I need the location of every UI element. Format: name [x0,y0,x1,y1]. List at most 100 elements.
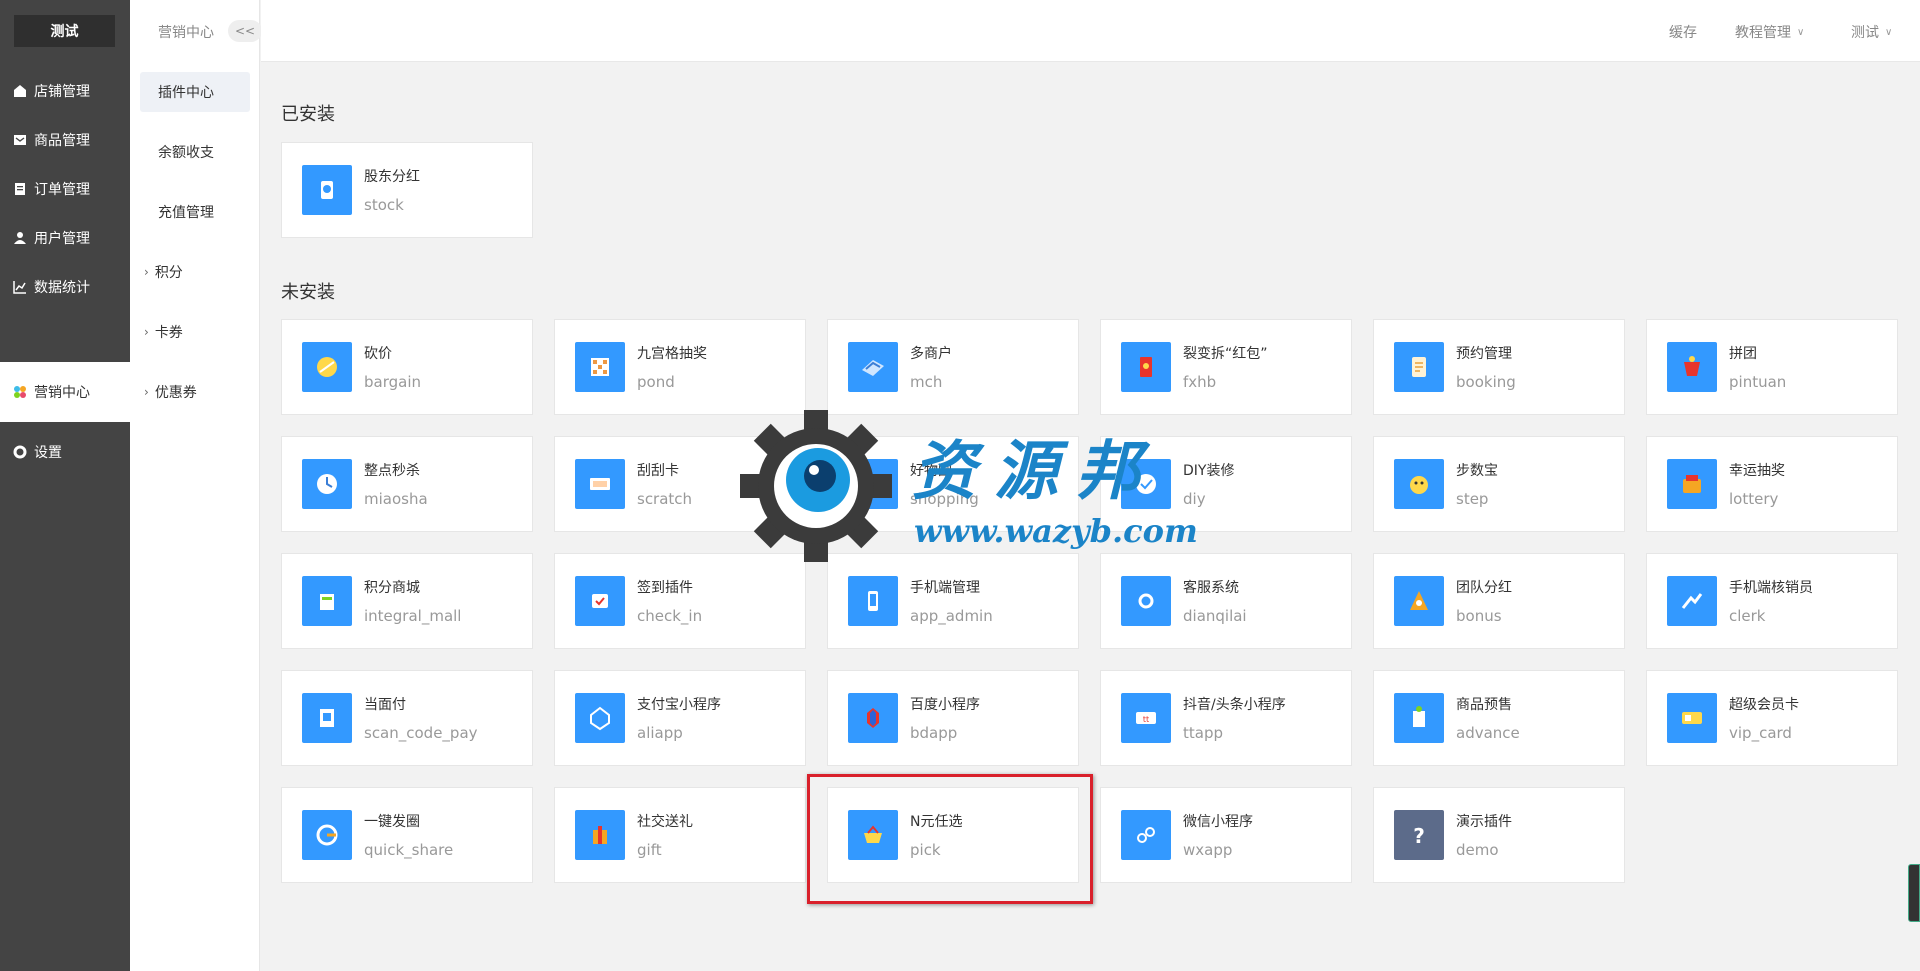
plugin-card-pick[interactable]: N元任选 pick [827,787,1079,883]
plugin-text: 裂变拆“红包” fxhb [1183,343,1268,391]
plugin-card-gift[interactable]: 社交送礼 gift [554,787,806,883]
user-menu[interactable]: 测试 ∨ [1851,22,1892,42]
plugin-key: bargain [364,373,422,391]
subsidebar-item-plugins[interactable]: 插件中心 [140,72,250,112]
plugin-card-pond[interactable]: 九宫格抽奖 pond [554,319,806,415]
plugin-icon [575,576,625,626]
cache-button[interactable]: 缓存 [1669,22,1697,42]
plugin-card-integral-mall[interactable]: 积分商城 integral_mall [281,553,533,649]
plugin-key: aliapp [637,724,683,742]
plugin-name: 步数宝 [1456,463,1498,479]
plugin-icon [1121,342,1171,392]
brand-logo[interactable]: 测试 [14,15,115,47]
plugin-name: 团队分红 [1456,580,1512,596]
installed-section-title: 已安装 [281,104,335,125]
plugin-key: pond [637,373,675,391]
sidebar-item-label: 数据统计 [34,280,90,296]
plugin-name: 股东分红 [364,169,420,185]
plugin-text: 积分商城 integral_mall [364,577,461,625]
chevron-right-icon: › [144,325,149,339]
plugin-card-wxapp[interactable]: 微信小程序 wxapp [1100,787,1352,883]
store-icon [12,83,28,99]
plugin-name: 抖音/头条小程序 [1183,697,1286,713]
plugin-key: miaosha [364,490,428,508]
subsidebar-item-balance[interactable]: 余额收支 [140,132,250,172]
plugin-key: dianqilai [1183,607,1247,625]
plugin-card-bdapp[interactable]: 百度小程序 bdapp [827,670,1079,766]
plugin-card-demo[interactable]: ? 演示插件 demo [1373,787,1625,883]
plugin-card-bonus[interactable]: 团队分红 bonus [1373,553,1625,649]
plugin-card-scan-code-pay[interactable]: 当面付 scan_code_pay [281,670,533,766]
plugin-name: N元任选 [910,814,963,830]
plugin-name: 一键发圈 [364,814,420,830]
plugin-text: 步数宝 step [1456,460,1498,508]
plugin-name: 整点秒杀 [364,463,420,479]
plugin-card-shopping[interactable]: 好物圈 shopping [827,436,1079,532]
plugin-icon [302,576,352,626]
plugin-card-aliapp[interactable]: 支付宝小程序 aliapp [554,670,806,766]
plugin-icon [1121,459,1171,509]
sidebar-item-label: 店铺管理 [34,84,90,100]
plugin-text: 多商户 mch [910,343,952,391]
plugin-card-ttapp[interactable]: tt 抖音/头条小程序 ttapp [1100,670,1352,766]
plugin-card-advance[interactable]: 商品预售 advance [1373,670,1625,766]
uninstalled-section-title: 未安装 [281,282,335,303]
plugin-card-scratch[interactable]: 刮刮卡 scratch [554,436,806,532]
plugin-card-stock[interactable]: 股东分红 stock [281,142,533,238]
scroll-handle[interactable] [1908,864,1920,922]
subsidebar-item-label: 插件中心 [158,85,214,101]
plugin-icon [848,576,898,626]
plugin-card-booking[interactable]: 预约管理 booking [1373,319,1625,415]
plugin-key: advance [1456,724,1520,742]
plugin-key: check_in [637,607,703,625]
gear-icon [12,444,28,460]
user-label: 测试 [1851,25,1879,41]
order-icon [12,181,28,197]
plugin-text: 超级会员卡 vip_card [1729,694,1799,742]
plugin-text: 预约管理 booking [1456,343,1516,391]
plugin-card-bargain[interactable]: 砍价 bargain [281,319,533,415]
plugin-card-clerk[interactable]: 手机端核销员 clerk [1646,553,1898,649]
plugin-name: 预约管理 [1456,346,1512,362]
plugin-text: 抖音/头条小程序 ttapp [1183,694,1286,742]
plugin-key: diy [1183,490,1206,508]
chevron-down-icon: ∨ [1797,26,1805,38]
plugin-card-app-admin[interactable]: 手机端管理 app_admin [827,553,1079,649]
plugin-card-dianqilai[interactable]: 客服系统 dianqilai [1100,553,1352,649]
plugin-text: 商品预售 advance [1456,694,1520,742]
secondary-sidebar: 营销中心 << 插件中心 余额收支 充值管理 › 积分 › 卡券 › 优惠券 [130,0,262,971]
sidebar-item-settings[interactable]: 设置 [0,422,130,482]
plugin-key: lottery [1729,490,1779,508]
subsidebar-item-cards[interactable]: › 卡券 [140,312,250,352]
primary-sidebar: 测试 店铺管理 商品管理 订单管理 用户管理 数据统计 营销中心 设置 [0,0,130,971]
tutorial-menu[interactable]: 教程管理 ∨ [1735,22,1804,42]
plugin-card-quick-share[interactable]: 一键发圈 quick_share [281,787,533,883]
plugin-key: scan_code_pay [364,724,478,742]
collapse-button[interactable]: << [228,20,262,42]
subsidebar-item-coupons[interactable]: › 优惠券 [140,372,250,412]
plugin-card-fxhb[interactable]: 裂变拆“红包” fxhb [1100,319,1352,415]
plugin-card-lottery[interactable]: 幸运抽奖 lottery [1646,436,1898,532]
plugin-name: 九宫格抽奖 [637,346,707,362]
plugin-icon [1121,576,1171,626]
plugin-card-pintuan[interactable]: 拼团 pintuan [1646,319,1898,415]
plugin-card-check-in[interactable]: 签到插件 check_in [554,553,806,649]
subsidebar-item-points[interactable]: › 积分 [140,252,250,292]
plugin-card-diy[interactable]: DIY装修 diy [1100,436,1352,532]
plugin-key: pintuan [1729,373,1787,391]
plugin-text: 拼团 pintuan [1729,343,1786,391]
plugin-name: 签到插件 [637,580,693,596]
sidebar-item-stats[interactable]: 数据统计 [0,257,130,317]
plugin-text: N元任选 pick [910,811,962,859]
sidebar-item-marketing[interactable]: 营销中心 [0,362,130,422]
plugin-card-step[interactable]: 步数宝 step [1373,436,1625,532]
plugin-key: step [1456,490,1489,508]
plugin-card-miaosha[interactable]: 整点秒杀 miaosha [281,436,533,532]
plugin-card-vip-card[interactable]: 超级会员卡 vip_card [1646,670,1898,766]
plugin-text: 社交送礼 gift [637,811,693,859]
sidebar-item-label: 营销中心 [34,385,90,401]
plugin-card-mch[interactable]: 多商户 mch [827,319,1079,415]
plugin-name: 商品预售 [1456,697,1512,713]
plugin-icon: ? [1394,810,1444,860]
subsidebar-item-recharge[interactable]: 充值管理 [140,192,250,232]
